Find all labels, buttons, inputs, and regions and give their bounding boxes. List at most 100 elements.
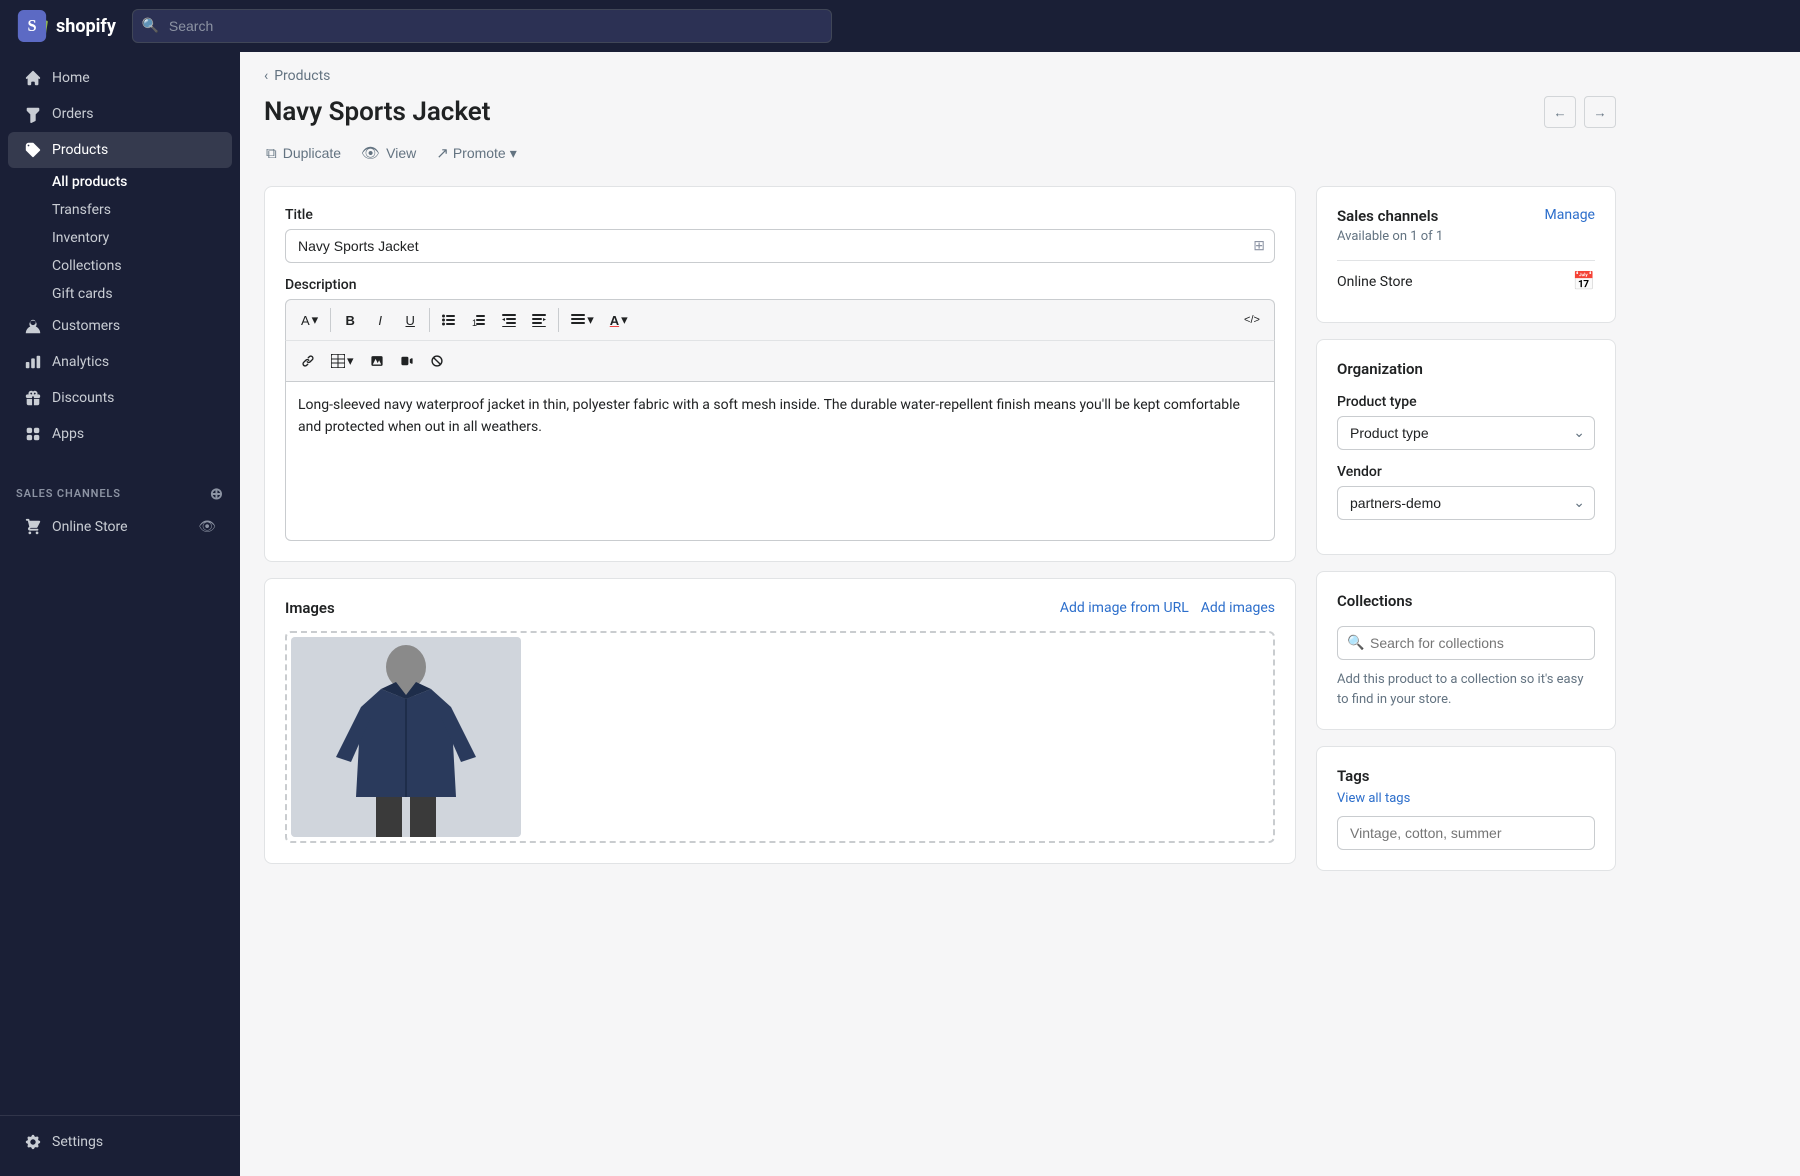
tags-title: Tags: [1337, 767, 1595, 785]
title-input[interactable]: [285, 229, 1275, 263]
sidebar-settings-label: Settings: [52, 1134, 103, 1150]
tags-input[interactable]: [1337, 816, 1595, 850]
sales-channel-online-store: Online Store 📅: [1337, 260, 1595, 302]
online-store-eye-icon[interactable]: 👁: [198, 519, 216, 535]
images-header: Images Add image from URL Add images: [285, 599, 1275, 617]
chart-icon: [24, 353, 42, 371]
title-expand-icon: ⊞: [1253, 238, 1265, 254]
sidebar-item-products[interactable]: Products: [8, 132, 232, 168]
prev-product-button[interactable]: ←: [1544, 96, 1576, 128]
sidebar-item-inventory[interactable]: Inventory: [44, 224, 240, 252]
bold-button[interactable]: B: [336, 306, 364, 334]
indent-right-icon: [532, 313, 546, 327]
sales-channels-header: Sales channels Manage: [1337, 207, 1595, 225]
add-sales-channel-icon[interactable]: ⊕: [210, 484, 224, 503]
video-button[interactable]: [393, 347, 421, 375]
add-images-link[interactable]: Add images: [1201, 600, 1275, 616]
sidebar-item-customers[interactable]: Customers: [8, 308, 232, 344]
sidebar-item-settings[interactable]: Settings: [8, 1124, 232, 1160]
indent-right-button[interactable]: [525, 306, 553, 334]
unordered-list-button[interactable]: [435, 306, 463, 334]
view-button[interactable]: 👁 View: [359, 140, 418, 166]
apps-icon: [24, 425, 42, 443]
gear-icon: [24, 1133, 42, 1151]
clear-button[interactable]: [423, 347, 451, 375]
sales-channel-name: Online Store: [1337, 274, 1413, 290]
ordered-list-button[interactable]: 1: [465, 306, 493, 334]
next-product-button[interactable]: →: [1584, 96, 1616, 128]
duplicate-icon: ⧉: [266, 145, 277, 162]
sidebar-item-all-products[interactable]: All products: [44, 168, 240, 196]
toolbar-spacer: [637, 306, 1236, 334]
svg-text:1: 1: [472, 318, 477, 327]
table-button[interactable]: ▾: [324, 347, 361, 375]
align-icon: [571, 313, 585, 327]
search-collections-icon: 🔍: [1347, 635, 1364, 651]
video-icon: [400, 354, 414, 368]
text-format-button[interactable]: A ▾: [294, 306, 325, 334]
home-icon: [24, 69, 42, 87]
sidebar-item-discounts[interactable]: Discounts: [8, 380, 232, 416]
app-wrapper: S shopify 🔍 Home Orders: [0, 0, 1800, 1176]
toolbar-divider-3: [558, 308, 559, 332]
organization-title: Organization: [1337, 360, 1595, 378]
images-title: Images: [285, 599, 335, 617]
code-button[interactable]: </>: [1238, 306, 1266, 334]
two-column-layout: Title ⊞ Description: [264, 186, 1616, 871]
sidebar-item-transfers[interactable]: Transfers: [44, 196, 240, 224]
sidebar-item-collections[interactable]: Collections: [44, 252, 240, 280]
collections-card: Collections 🔍 Add this product to a coll…: [1316, 571, 1616, 730]
image-button[interactable]: [363, 347, 391, 375]
italic-button[interactable]: I: [366, 306, 394, 334]
description-field-group: Description A ▾ B I: [285, 277, 1275, 541]
underline-button[interactable]: U: [396, 306, 424, 334]
product-type-select[interactable]: Product type: [1337, 416, 1595, 450]
title-field-group: Title ⊞: [285, 207, 1275, 263]
description-editor-body[interactable]: Long-sleeved navy waterproof jacket in t…: [285, 381, 1275, 541]
editor-toolbar-row2: ▾: [285, 340, 1275, 381]
main-layout: Home Orders Products All products Transf…: [0, 52, 1800, 1176]
calendar-icon[interactable]: 📅: [1573, 271, 1595, 292]
sales-channels-section: SALES CHANNELS ⊕ Online Store 👁: [0, 460, 240, 553]
jacket-image-svg: [291, 637, 521, 837]
align-arrow: ▾: [587, 312, 594, 328]
sidebar-item-home[interactable]: Home: [8, 60, 232, 96]
sidebar-item-gift-cards[interactable]: Gift cards: [44, 280, 240, 308]
svg-text:S: S: [27, 16, 36, 35]
indent-left-button[interactable]: [495, 306, 523, 334]
link-icon: [301, 354, 315, 368]
images-actions: Add image from URL Add images: [1060, 600, 1275, 616]
manage-link[interactable]: Manage: [1545, 207, 1595, 223]
search-collections-input[interactable]: [1337, 626, 1595, 660]
search-input[interactable]: [132, 9, 832, 43]
code-icon: </>: [1244, 314, 1260, 326]
logo-area[interactable]: S shopify: [16, 10, 116, 42]
table-icon: [331, 354, 345, 368]
ul-icon: [442, 313, 456, 327]
add-image-url-link[interactable]: Add image from URL: [1060, 600, 1189, 616]
sidebar-item-online-store[interactable]: Online Store 👁: [8, 509, 232, 545]
side-column: Sales channels Manage Available on 1 of …: [1316, 186, 1616, 871]
promote-label: Promote: [453, 145, 506, 161]
duplicate-button[interactable]: ⧉ Duplicate: [264, 141, 343, 166]
vendor-select[interactable]: partners-demo: [1337, 486, 1595, 520]
text-color-button[interactable]: A ▾: [603, 306, 635, 334]
sidebar-main-nav: Home Orders Products All products Transf…: [0, 52, 240, 460]
align-button[interactable]: ▾: [564, 306, 601, 334]
breadcrumb[interactable]: ‹ Products: [264, 68, 1616, 84]
collections-hint: Add this product to a collection so it's…: [1337, 670, 1595, 709]
title-description-card: Title ⊞ Description: [264, 186, 1296, 562]
sidebar-item-orders[interactable]: Orders: [8, 96, 232, 132]
toolbar-divider-1: [330, 308, 331, 332]
table-arrow: ▾: [347, 353, 354, 369]
view-all-tags-link[interactable]: View all tags: [1337, 791, 1595, 806]
sidebar: Home Orders Products All products Transf…: [0, 52, 240, 1176]
next-arrow-icon: →: [1593, 105, 1606, 120]
sidebar-item-analytics[interactable]: Analytics: [8, 344, 232, 380]
page-navigation: ← →: [1544, 96, 1616, 128]
promote-button[interactable]: ↗ Promote ▾: [434, 140, 519, 166]
image-upload-area[interactable]: [285, 631, 1275, 843]
link-button[interactable]: [294, 347, 322, 375]
text-color-icon: A: [610, 313, 619, 328]
sidebar-item-apps[interactable]: Apps: [8, 416, 232, 452]
